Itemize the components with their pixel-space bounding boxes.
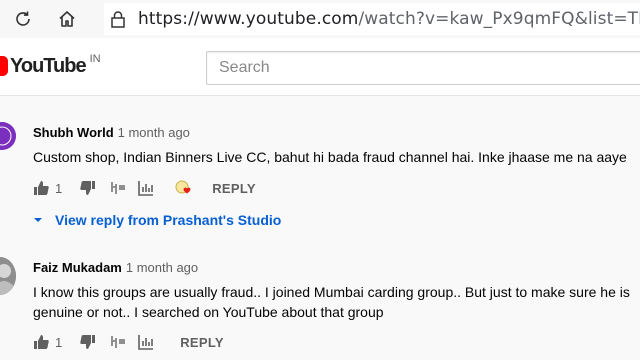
comment-actions: 1 REPLY [33,179,256,197]
reply-button[interactable]: REPLY [212,181,256,196]
comment-author[interactable]: Shubh World 1 month ago [33,125,190,140]
analytics-icon[interactable] [138,180,154,196]
youtube-logo[interactable]: YouTube IN [0,53,101,76]
caret-down-icon [33,216,43,224]
dislike-icon[interactable] [80,180,96,196]
region-label: IN [89,53,101,65]
dislike-icon[interactable] [80,334,96,350]
comment-time[interactable]: 1 month ago [126,260,198,275]
home-icon[interactable] [52,4,82,34]
lock-icon [110,10,126,28]
creator-heart-icon[interactable] [174,179,194,197]
youtube-header: YouTube IN [0,38,640,96]
comment-text-line-2: genuine or not.. I searched on YouTube a… [33,304,384,320]
comment-text-line-1: I know this groups are usually fraud.. I… [33,284,630,300]
search-input[interactable] [207,52,640,84]
analytics-icon[interactable] [138,334,154,350]
reply-button[interactable]: REPLY [180,335,224,350]
search-box[interactable] [206,51,640,85]
youtube-play-icon [0,56,8,76]
refresh-icon[interactable] [8,4,38,34]
super-thanks-icon[interactable] [110,180,126,196]
comment-actions: 1 REPLY [33,334,224,350]
like-icon[interactable] [33,334,49,350]
view-replies-button[interactable]: View reply from Prashant's Studio [33,212,281,228]
comment-text: Custom shop, Indian Binners Live CC, bah… [33,149,627,165]
browser-toolbar: https://www.youtube.com/watch?v=kaw_Px9q… [0,0,640,38]
avatar[interactable] [0,122,16,150]
address-bar[interactable]: https://www.youtube.com/watch?v=kaw_Px9q… [104,3,640,35]
comment-author[interactable]: Faiz Mukadam 1 month ago [33,260,198,275]
super-thanks-icon[interactable] [110,334,126,350]
like-count: 1 [55,180,63,196]
like-icon[interactable] [33,180,49,196]
url-text: https://www.youtube.com/watch?v=kaw_Px9q… [138,9,640,29]
like-count: 1 [55,334,63,350]
avatar[interactable] [0,257,16,295]
comment-time[interactable]: 1 month ago [118,125,190,140]
